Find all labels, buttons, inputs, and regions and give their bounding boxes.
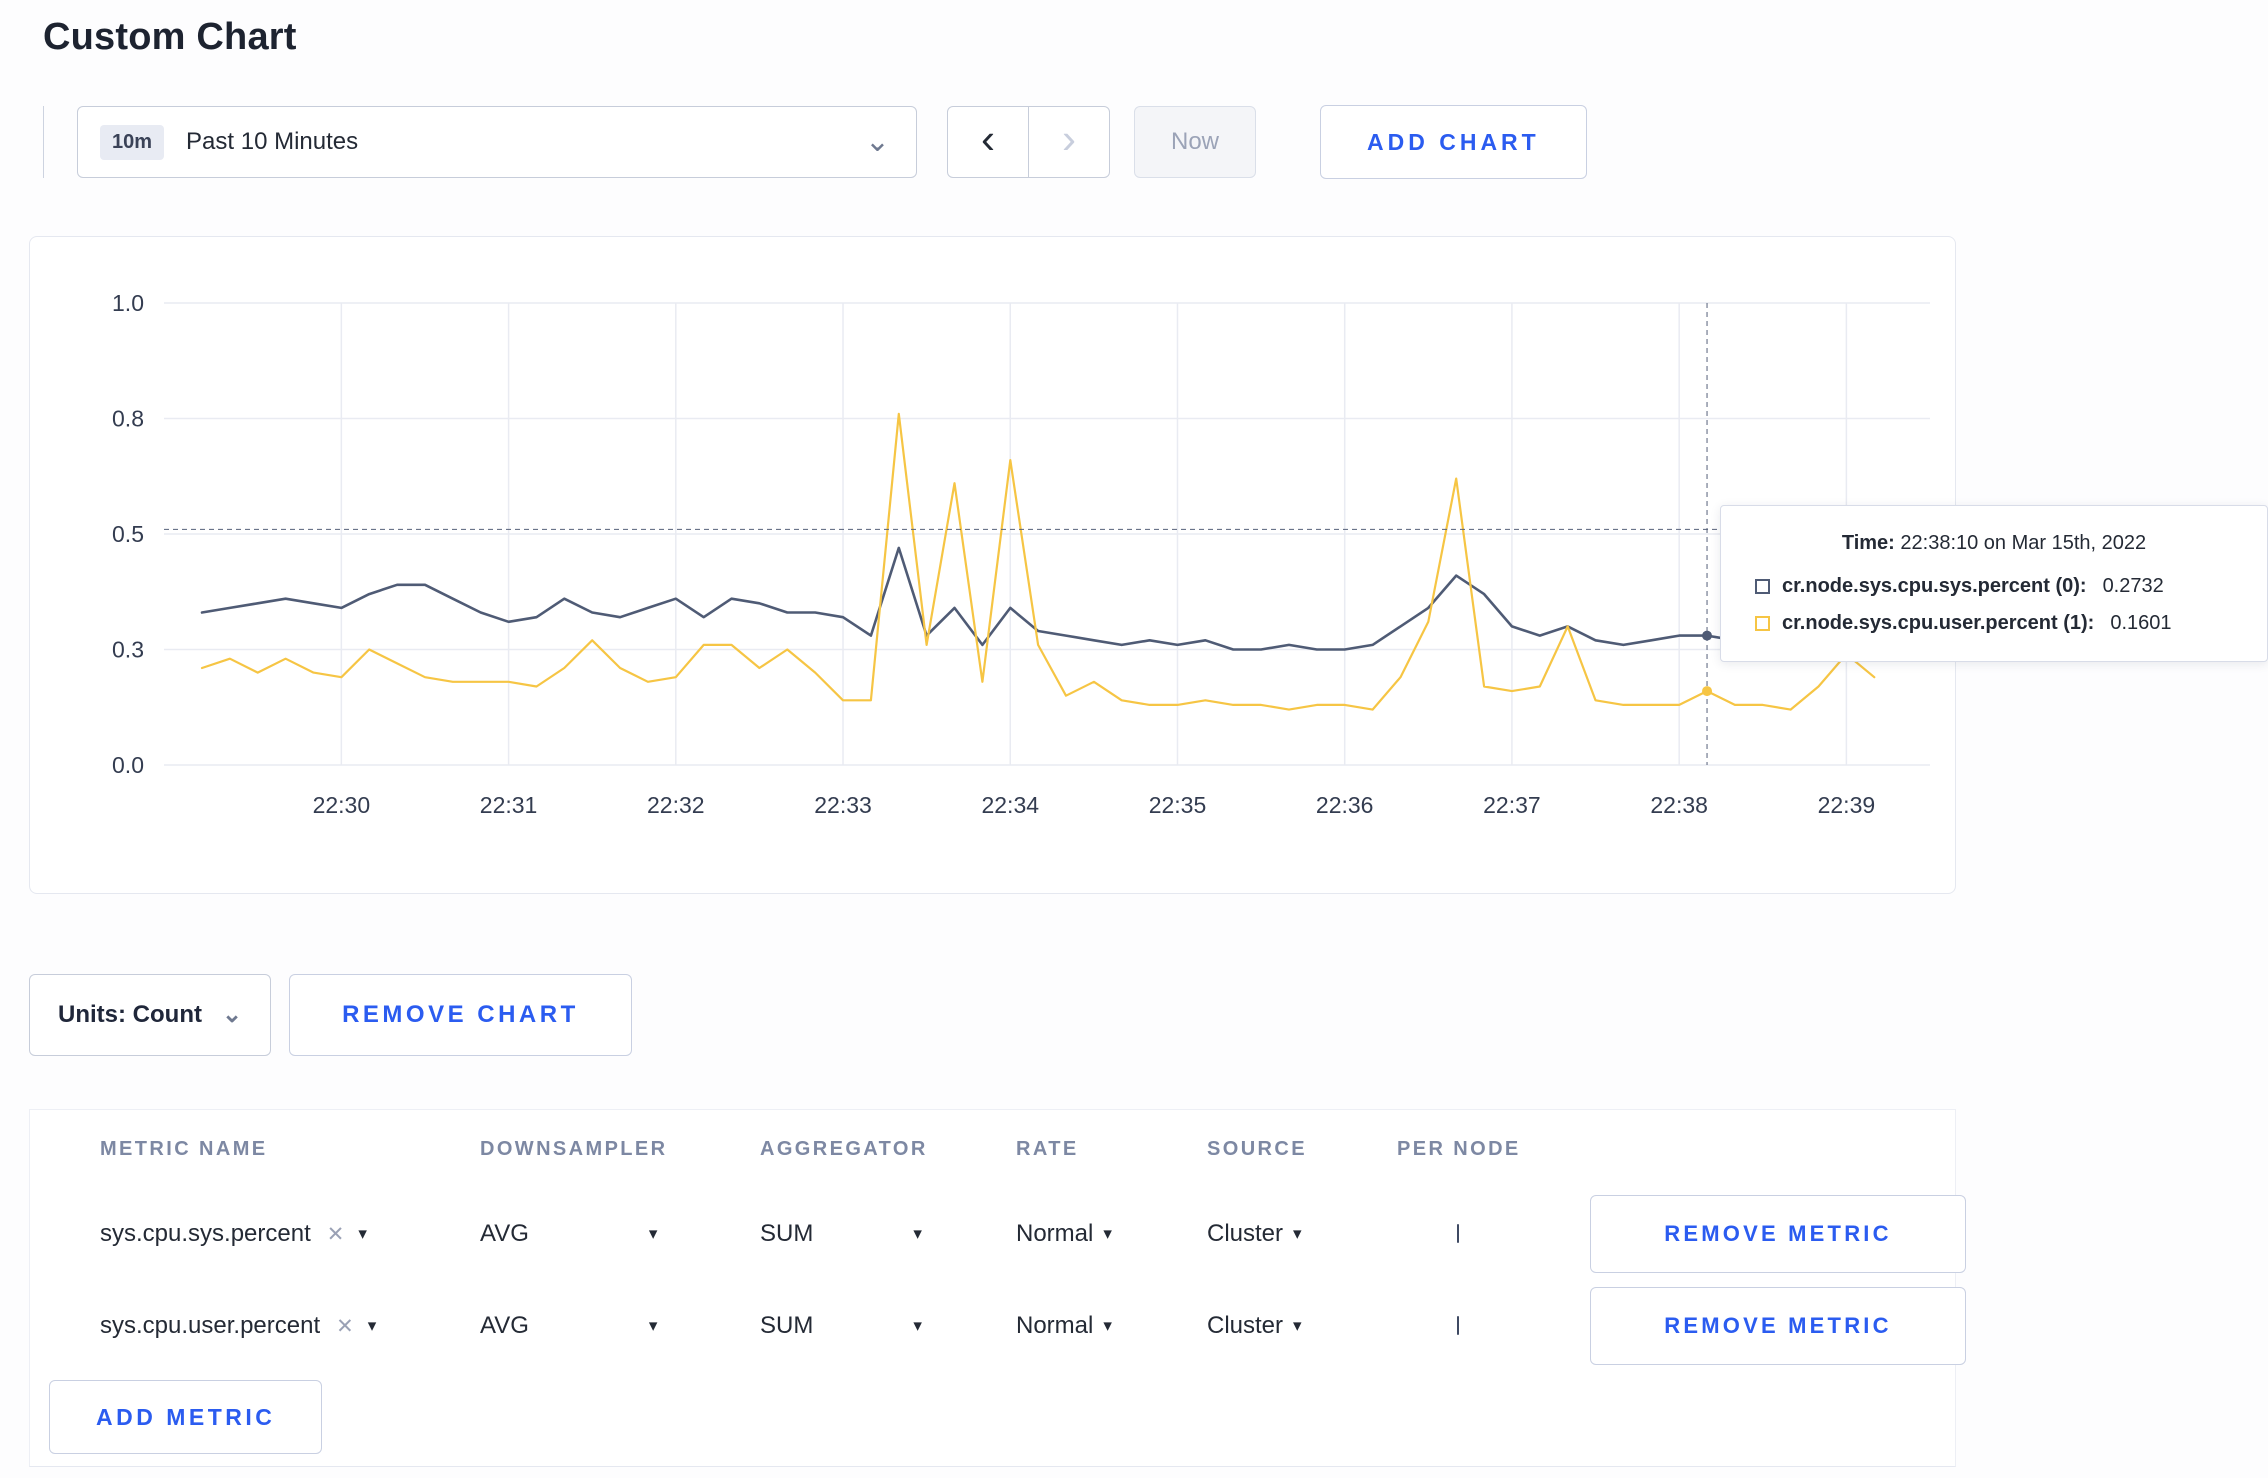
tooltip-time-label: Time:: [1841, 532, 1895, 554]
add-metric-button[interactable]: ADD METRIC: [49, 1380, 323, 1454]
source-value: Cluster: [1207, 1312, 1284, 1339]
downsampler-select[interactable]: AVG ▾: [480, 1220, 657, 1248]
x-tick-label: 22:32: [647, 792, 705, 818]
metric-name-select[interactable]: sys.cpu.user.percent ✕ ▾: [100, 1312, 376, 1340]
time-range-label: Past 10 Minutes: [186, 128, 359, 155]
source-value: Cluster: [1207, 1220, 1284, 1247]
remove-tag-icon[interactable]: ✕: [336, 1314, 354, 1339]
time-back-button[interactable]: ‹: [947, 106, 1029, 178]
metric-name-select[interactable]: sys.cpu.sys.percent ✕ ▾: [100, 1220, 367, 1248]
metrics-table: METRIC NAME DOWNSAMPLER AGGREGATOR RATE …: [29, 1109, 1966, 1467]
header-downsampler: DOWNSAMPLER: [480, 1137, 668, 1160]
series-sys-swatch-icon: [1755, 579, 1770, 594]
time-range-dropdown[interactable]: 10m Past 10 Minutes ⌄: [77, 106, 917, 178]
chart-tooltip: Time: 22:38:10 on Mar 15th, 2022 cr.node…: [1720, 505, 2268, 662]
tooltip-series-value: 0.2732: [2102, 575, 2164, 597]
toolbar-divider: [43, 106, 44, 178]
tooltip-series-label: cr.node.sys.cpu.user.percent (1):: [1782, 612, 2095, 634]
y-tick-label: 0.8: [112, 406, 144, 432]
chevron-down-icon: ▾: [367, 1316, 377, 1335]
table-row: sys.cpu.user.percent ✕ ▾ AVG ▾ SUM ▾ Nor…: [30, 1280, 1966, 1372]
now-button[interactable]: Now: [1134, 106, 1256, 178]
chevron-down-icon: ▾: [913, 1316, 922, 1335]
y-tick-label: 0.3: [112, 637, 144, 663]
aggregator-value: SUM: [760, 1312, 814, 1339]
source-select[interactable]: Cluster ▾: [1207, 1220, 1302, 1248]
crosshair-point: [1702, 686, 1713, 697]
page-title: Custom Chart: [43, 16, 297, 58]
tooltip-time-value: 22:38:10 on Mar 15th, 2022: [1900, 532, 2147, 554]
downsampler-value: AVG: [480, 1220, 529, 1247]
x-tick-label: 22:38: [1650, 792, 1708, 818]
header-per-node: PER NODE: [1397, 1137, 1521, 1160]
chevron-down-icon: ▾: [1293, 1224, 1302, 1243]
x-tick-label: 22:33: [814, 792, 872, 818]
toolbar: 10m Past 10 Minutes ⌄ ‹ › Now ADD CHART: [43, 105, 2268, 179]
add-chart-button[interactable]: ADD CHART: [1320, 105, 1587, 179]
y-tick-label: 1.0: [112, 290, 144, 316]
chevron-down-icon: ▾: [358, 1224, 367, 1243]
aggregator-select[interactable]: SUM ▾: [760, 1312, 922, 1340]
tooltip-series-value: 0.1601: [2110, 612, 2172, 634]
x-tick-label: 22:31: [480, 792, 538, 818]
table-row: sys.cpu.sys.percent ✕ ▾ AVG ▾ SUM ▾ Norm…: [30, 1188, 1966, 1280]
downsampler-select[interactable]: AVG ▾: [480, 1312, 657, 1340]
tooltip-series-row: cr.node.sys.cpu.sys.percent (0): 0.2732: [1755, 575, 2233, 598]
per-node-checkbox[interactable]: [1457, 1316, 1459, 1335]
remove-tag-icon[interactable]: ✕: [327, 1222, 345, 1247]
rate-value: Normal: [1016, 1312, 1094, 1339]
per-node-checkbox[interactable]: [1457, 1224, 1459, 1243]
header-source: SOURCE: [1207, 1137, 1307, 1160]
metric-name-label: sys.cpu.user.percent: [100, 1312, 321, 1339]
x-tick-label: 22:39: [1818, 792, 1876, 818]
line-chart[interactable]: 1.0 0.8 0.5 0.3 0.0 22:30 22:31 22:32 22:33 22:34…: [30, 237, 1955, 893]
chevron-down-icon: ▾: [648, 1316, 658, 1335]
units-dropdown[interactable]: Units: Count ⌄: [29, 974, 272, 1056]
time-pager: ‹ ›: [947, 106, 1110, 178]
header-metric-name: METRIC NAME: [100, 1137, 268, 1160]
chevron-down-icon: ▾: [648, 1224, 658, 1243]
x-tick-label: 22:36: [1316, 792, 1374, 818]
units-label: Units: Count: [58, 1001, 202, 1028]
table-header-row: METRIC NAME DOWNSAMPLER AGGREGATOR RATE …: [30, 1110, 1955, 1188]
chevron-down-icon: ▾: [1293, 1316, 1302, 1335]
x-tick-label: 22:30: [313, 792, 371, 818]
aggregator-value: SUM: [760, 1220, 814, 1247]
series-line: [200, 412, 1876, 711]
chevron-down-icon: ⌄: [221, 1001, 243, 1028]
series-user-swatch-icon: [1755, 616, 1770, 631]
chevron-down-icon: ▾: [1103, 1316, 1112, 1335]
series-line: [200, 546, 1876, 651]
x-tick-label: 22:34: [981, 792, 1039, 818]
crosshair-point: [1702, 630, 1713, 641]
chevron-down-icon: ▾: [1103, 1224, 1112, 1243]
chart-panel: 1.0 0.8 0.5 0.3 0.0 22:30 22:31 22:32 22:33 22:34…: [29, 236, 2268, 894]
rate-select[interactable]: Normal ▾: [1016, 1220, 1112, 1248]
header-rate: RATE: [1016, 1137, 1079, 1160]
chevron-down-icon: ⌄: [864, 125, 890, 158]
aggregator-select[interactable]: SUM ▾: [760, 1220, 922, 1248]
custom-chart-page: Custom Chart 10m Past 10 Minutes ⌄ ‹ › N…: [0, 0, 2268, 1478]
downsampler-value: AVG: [480, 1312, 529, 1339]
remove-chart-button[interactable]: REMOVE CHART: [289, 974, 632, 1056]
chart-footer: Units: Count ⌄ REMOVE CHART: [29, 974, 2268, 1056]
tooltip-time: Time: 22:38:10 on Mar 15th, 2022: [1755, 532, 2233, 555]
y-tick-label: 0.5: [112, 521, 144, 547]
x-tick-label: 22:35: [1149, 792, 1207, 818]
rate-value: Normal: [1016, 1220, 1094, 1247]
time-forward-button[interactable]: ›: [1028, 106, 1110, 178]
chevron-down-icon: ▾: [913, 1224, 922, 1243]
remove-metric-button[interactable]: REMOVE METRIC: [1590, 1287, 1966, 1365]
source-select[interactable]: Cluster ▾: [1207, 1312, 1302, 1340]
y-tick-label: 0.0: [112, 752, 144, 778]
header-aggregator: AGGREGATOR: [760, 1137, 928, 1160]
metric-name-label: sys.cpu.sys.percent: [100, 1220, 311, 1247]
x-tick-label: 22:37: [1483, 792, 1541, 818]
tooltip-series-label: cr.node.sys.cpu.sys.percent (0):: [1782, 575, 2087, 597]
time-range-badge: 10m: [100, 124, 165, 160]
rate-select[interactable]: Normal ▾: [1016, 1312, 1112, 1340]
remove-metric-button[interactable]: REMOVE METRIC: [1590, 1195, 1966, 1273]
tooltip-series-row: cr.node.sys.cpu.user.percent (1): 0.1601: [1755, 612, 2233, 635]
